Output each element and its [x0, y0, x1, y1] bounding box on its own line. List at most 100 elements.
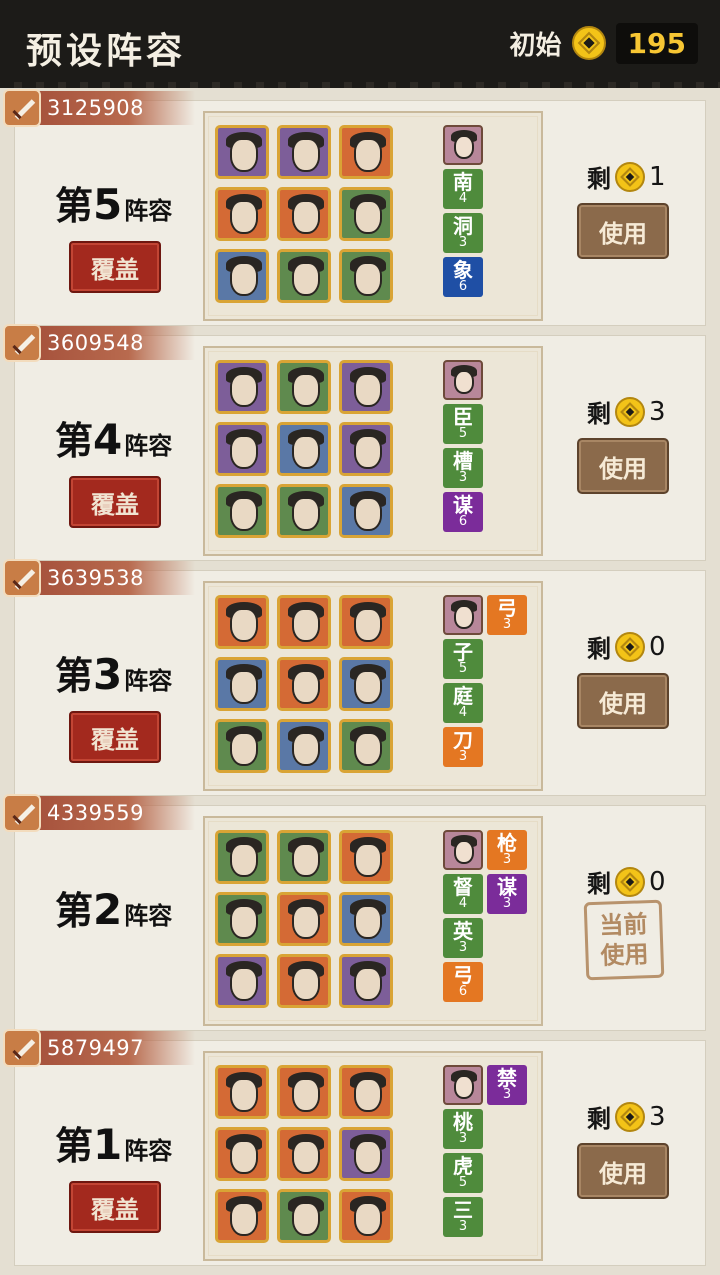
hero-portrait[interactable]: [339, 1189, 393, 1243]
cover-button[interactable]: 覆盖: [69, 1181, 161, 1233]
advisor-portrait[interactable]: [443, 595, 483, 635]
hero-portrait[interactable]: [215, 1127, 269, 1181]
use-button[interactable]: 使用: [577, 1143, 669, 1199]
bond-name: 洞: [453, 214, 473, 238]
power-banner: 3639538: [3, 559, 195, 597]
lineup-number: 4: [93, 415, 123, 464]
hero-portrait[interactable]: [277, 360, 331, 414]
use-button[interactable]: 使用: [577, 203, 669, 259]
hero-portrait[interactable]: [339, 954, 393, 1008]
hero-portrait[interactable]: [277, 484, 331, 538]
hero-portrait[interactable]: [339, 187, 393, 241]
bond-tag: 英3: [443, 918, 483, 958]
hero-portrait[interactable]: [215, 1065, 269, 1119]
lineup-number: 2: [93, 885, 123, 934]
hero-portrait[interactable]: [339, 1065, 393, 1119]
advisor-portrait[interactable]: [443, 1065, 483, 1105]
hero-face: [354, 1078, 382, 1112]
advisor-face: [454, 605, 474, 629]
bond-level: 5: [458, 1175, 468, 1190]
hero-portrait[interactable]: [277, 892, 331, 946]
hero-portrait[interactable]: [215, 1189, 269, 1243]
hero-face: [354, 608, 382, 642]
hero-portrait[interactable]: [277, 657, 331, 711]
bond-tag: 弓6: [443, 962, 483, 1002]
hero-portrait[interactable]: [277, 249, 331, 303]
hero-portrait[interactable]: [215, 422, 269, 476]
sword-icon: [3, 1029, 41, 1067]
advisor-portrait[interactable]: [443, 360, 483, 400]
bond-name: 虎: [453, 1154, 473, 1178]
hero-portrait[interactable]: [277, 125, 331, 179]
remaining-uses: 剩3: [587, 1099, 666, 1134]
lineup-title: 第 5 阵容: [55, 175, 172, 230]
hero-portrait[interactable]: [339, 422, 393, 476]
coin-icon: [615, 631, 645, 662]
hero-portrait[interactable]: [339, 595, 393, 649]
hero-portrait[interactable]: [215, 249, 269, 303]
hero-portrait[interactable]: [215, 125, 269, 179]
formation-grid[interactable]: 督4英3弓6枪3谋3: [203, 816, 543, 1026]
hero-portrait[interactable]: [215, 484, 269, 538]
hero-portrait[interactable]: [215, 892, 269, 946]
hero-portrait[interactable]: [339, 657, 393, 711]
use-button[interactable]: 使用: [577, 438, 669, 494]
hero-portrait[interactable]: [339, 360, 393, 414]
hero-portrait[interactable]: [339, 249, 393, 303]
hero-portrait[interactable]: [215, 657, 269, 711]
remaining-label: 剩: [587, 399, 611, 428]
cover-button[interactable]: 覆盖: [69, 241, 161, 293]
hero-face: [354, 1140, 382, 1174]
bond-tag: 槽3: [443, 448, 483, 488]
formation-grid[interactable]: 南4洞3象6: [203, 111, 543, 321]
formation-grid[interactable]: 子5庭4刀3弓3: [203, 581, 543, 791]
lineup-title-suffix: 阵容: [124, 196, 173, 225]
hero-face: [354, 435, 382, 469]
hero-portrait[interactable]: [277, 422, 331, 476]
hero-portrait[interactable]: [277, 830, 331, 884]
bond-level: 4: [458, 896, 468, 911]
hero-portrait[interactable]: [339, 484, 393, 538]
bond-level: 5: [458, 426, 468, 441]
use-button[interactable]: 使用: [577, 673, 669, 729]
hero-portrait[interactable]: [339, 719, 393, 773]
hero-portrait[interactable]: [277, 719, 331, 773]
hero-portrait[interactable]: [339, 1127, 393, 1181]
hero-face: [292, 373, 320, 407]
hero-portrait[interactable]: [215, 954, 269, 1008]
cover-button[interactable]: 覆盖: [69, 476, 161, 528]
hero-face: [292, 670, 320, 704]
formation-grid[interactable]: 桃3虎5三3禁3: [203, 1051, 543, 1261]
bond-tag: 禁3: [487, 1065, 527, 1105]
bond-tag: 象6: [443, 257, 483, 297]
hero-portrait[interactable]: [339, 830, 393, 884]
hero-face: [292, 435, 320, 469]
hero-face: [292, 967, 320, 1001]
advisor-portrait[interactable]: [443, 125, 483, 165]
lineup-title-prefix: 第: [55, 1123, 94, 1168]
hero-portrait[interactable]: [339, 125, 393, 179]
hero-portrait[interactable]: [215, 187, 269, 241]
hero-portrait[interactable]: [215, 595, 269, 649]
hero-portrait[interactable]: [215, 719, 269, 773]
hero-portrait[interactable]: [277, 1065, 331, 1119]
lineup-card-4: 3609548 第 4 阵容 覆盖臣 5 槽 3 谋 6 剩 3 使用: [3, 324, 706, 561]
hero-portrait[interactable]: [277, 1189, 331, 1243]
page-title: 预设阵容: [26, 30, 187, 72]
hero-portrait[interactable]: [277, 954, 331, 1008]
bond-tag: 谋3: [487, 874, 527, 914]
hero-portrait[interactable]: [339, 892, 393, 946]
advisor-portrait[interactable]: [443, 830, 483, 870]
hero-portrait[interactable]: [277, 187, 331, 241]
hero-face: [230, 138, 258, 172]
hero-face: [354, 262, 382, 296]
hero-portrait[interactable]: [277, 595, 331, 649]
lineup-card-2: 4339559 第 2 阵容督 4 英 3 弓 6 枪 3 谋 3 剩 0 当前使用: [3, 794, 706, 1031]
hero-portrait[interactable]: [277, 1127, 331, 1181]
cover-button[interactable]: 覆盖: [69, 711, 161, 763]
hero-portrait[interactable]: [215, 830, 269, 884]
formation-grid[interactable]: 臣5槽3谋6: [203, 346, 543, 556]
power-value: 4339559: [47, 801, 145, 825]
lineup-title: 第 1 阵容: [55, 1115, 172, 1170]
hero-portrait[interactable]: [215, 360, 269, 414]
